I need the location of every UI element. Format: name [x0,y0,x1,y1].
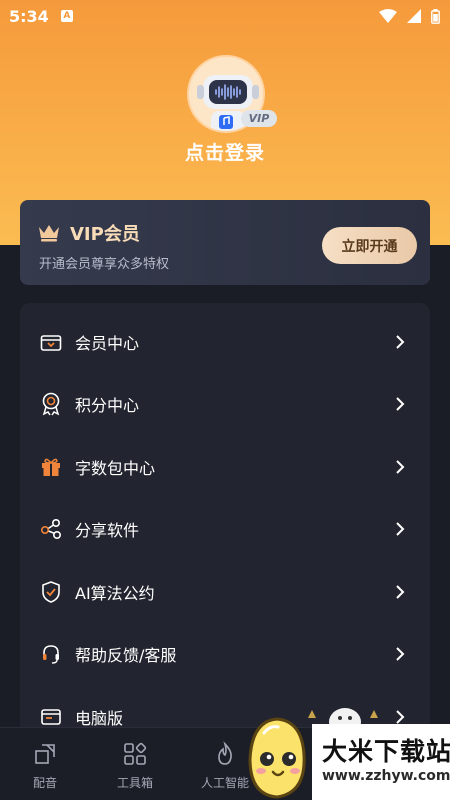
menu-list: 会员中心 积分中心 字数包中心 分享软件 AI算法公约 帮助反馈/客服 电脑版 [20,303,430,743]
login-button[interactable]: 点击登录 [0,138,450,165]
notification-badge: A [60,10,73,22]
menu-item-member-center[interactable]: 会员中心 [20,311,430,373]
watermark-title: 大米下载站 [322,737,450,766]
status-icons [379,8,440,24]
menu-label: 字数包中心 [75,459,156,478]
shield-check-icon [39,580,63,604]
menu-item-ai-convention[interactable]: AI算法公约 [20,561,430,623]
tab-label: 配音 [32,776,57,790]
open-vip-button[interactable]: 立即开通 [322,227,417,264]
chevron-right-icon [396,522,405,536]
vip-card[interactable]: VIP会员 开通会员尊享众多特权 立即开通 [20,200,430,285]
menu-label: 电脑版 [75,709,124,728]
menu-item-points-center[interactable]: 积分中心 [20,373,430,435]
dubbing-icon [0,740,90,768]
chevron-right-icon [396,460,405,474]
chevron-right-icon [396,397,405,411]
toolbox-icon [90,740,180,768]
menu-item-share-app[interactable]: 分享软件 [20,498,430,560]
menu-label: 积分中心 [75,396,140,415]
tab-dubbing[interactable]: 配音 [0,740,90,791]
wifi-icon [379,9,397,23]
menu-label: 分享软件 [75,521,140,540]
member-icon [39,330,63,354]
chevron-right-icon [396,647,405,661]
menu-label: 帮助反馈/客服 [75,646,177,665]
vip-title: VIP会员 [70,224,140,245]
crown-icon [39,225,59,242]
menu-item-word-pack[interactable]: 字数包中心 [20,436,430,498]
vip-tag: VIP [241,110,277,127]
status-bar: 5:34 A [0,0,450,32]
headset-icon [39,642,63,666]
chevron-right-icon [396,585,405,599]
battery-icon [431,8,440,24]
signal-icon [407,9,421,23]
status-time: 5:34 [9,6,49,26]
menu-label: AI算法公约 [75,584,155,603]
watermark-url: www.zzhyw.com [322,768,450,784]
vip-subtitle: 开通会员尊享众多特权 [39,257,170,272]
chevron-right-icon [396,335,405,349]
desktop-icon [39,705,63,729]
menu-item-help-feedback[interactable]: 帮助反馈/客服 [20,623,430,685]
avatar[interactable]: VIP [187,55,277,133]
chevron-right-icon [396,710,405,724]
tab-toolbox[interactable]: 工具箱 [90,740,180,791]
share-icon [39,517,63,541]
medal-icon [39,392,63,416]
rice-mascot-logo [248,717,306,799]
watermark-banner: 大米下载站 www.zzhyw.com [312,724,450,800]
gift-icon [39,455,63,479]
menu-label: 会员中心 [75,334,140,353]
tab-label: 工具箱 [116,776,153,790]
